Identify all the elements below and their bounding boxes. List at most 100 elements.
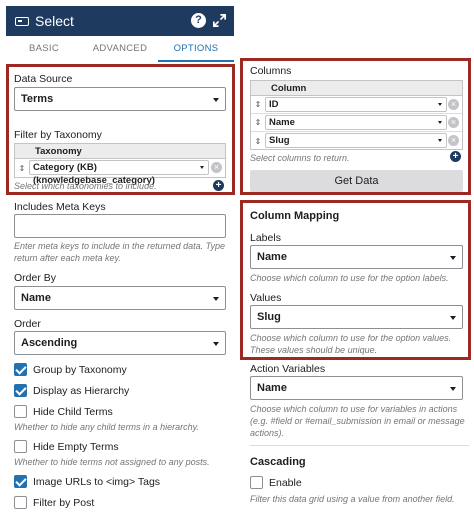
chevron-down-icon xyxy=(438,139,442,142)
order-value: Ascending xyxy=(21,337,78,349)
chevron-down-icon xyxy=(438,121,442,124)
checkbox-checked[interactable] xyxy=(14,384,27,397)
cascading-title: Cascading xyxy=(250,456,306,468)
order-label: Order xyxy=(14,318,41,330)
checkbox-checked[interactable] xyxy=(14,363,27,376)
tab-bar: BASIC ADVANCED OPTIONS xyxy=(6,40,234,62)
order-by-label: Order By xyxy=(14,272,57,284)
column-mapping-title: Column Mapping xyxy=(250,210,340,222)
columns-table: Column ⇕ ID × ⇕ Name × ⇕ Slug × xyxy=(250,80,463,150)
tab-basic[interactable]: BASIC xyxy=(6,40,82,62)
chevron-down-icon xyxy=(450,256,456,260)
taxonomy-column-header: Taxonomy xyxy=(15,144,225,159)
add-column-button[interactable]: + xyxy=(450,151,461,162)
labels-value: Name xyxy=(257,251,287,263)
column-value: Name xyxy=(269,117,295,128)
data-source-select[interactable]: Terms xyxy=(14,87,226,111)
taxonomy-label: Filter by Taxonomy xyxy=(14,129,102,141)
checkbox-checked[interactable] xyxy=(14,475,27,488)
column-select-name[interactable]: Name xyxy=(265,115,447,130)
question-icon[interactable]: ? xyxy=(191,13,206,28)
hide-empty-terms-label: Hide Empty Terms xyxy=(33,440,119,453)
hide-child-terms-label: Hide Child Terms xyxy=(33,405,113,418)
display-hierarchy-label: Display as Hierarchy xyxy=(33,384,130,397)
section-divider xyxy=(250,445,469,446)
column-value: ID xyxy=(269,99,279,110)
chevron-down-icon xyxy=(200,166,204,169)
action-variables-label: Action Variables xyxy=(250,363,326,375)
action-variables-hint-2: (e.g. #field or #email_submission in ema… xyxy=(250,416,465,426)
drag-handle-icon[interactable]: ⇕ xyxy=(251,118,265,127)
data-source-value: Terms xyxy=(21,93,54,105)
column-value: Slug xyxy=(269,135,290,146)
cascading-enable-label: Enable xyxy=(269,476,302,489)
hide-child-terms-hint: Whether to hide any child terms in a hie… xyxy=(14,422,199,432)
drag-handle-icon[interactable]: ⇕ xyxy=(251,100,265,109)
column-select-slug[interactable]: Slug xyxy=(265,133,447,148)
drag-handle-icon[interactable]: ⇕ xyxy=(251,137,265,146)
action-variables-hint-3: actions). xyxy=(250,428,285,438)
values-select[interactable]: Slug xyxy=(250,305,463,329)
filter-by-post-checkbox[interactable]: Filter by Post xyxy=(14,496,94,509)
group-by-taxonomy-checkbox[interactable]: Group by Taxonomy xyxy=(14,363,127,376)
hide-empty-terms-hint: Whether to hide terms not assigned to an… xyxy=(14,457,210,467)
order-by-value: Name xyxy=(21,292,51,304)
action-variables-select[interactable]: Name xyxy=(250,376,463,400)
hide-child-terms-checkbox[interactable]: Hide Child Terms xyxy=(14,405,113,418)
tab-advanced[interactable]: ADVANCED xyxy=(82,40,158,62)
meta-keys-hint-2: return after each meta key. xyxy=(14,253,121,263)
filter-by-post-label: Filter by Post xyxy=(33,496,95,509)
display-hierarchy-checkbox[interactable]: Display as Hierarchy xyxy=(14,384,129,397)
chevron-down-icon xyxy=(213,342,219,346)
drag-handle-icon[interactable]: ⇕ xyxy=(15,164,29,173)
action-variables-value: Name xyxy=(257,382,287,394)
data-source-label: Data Source xyxy=(14,73,73,85)
checkbox-unchecked[interactable] xyxy=(250,476,263,489)
meta-keys-hint-1: Enter meta keys to include in the return… xyxy=(14,241,225,251)
chevron-down-icon xyxy=(438,103,442,106)
chevron-down-icon xyxy=(450,387,456,391)
cascading-hint: Filter this data grid using a value from… xyxy=(250,494,455,504)
values-hint-2: These values should be unique. xyxy=(250,345,378,355)
values-hint-1: Choose which column to use for the optio… xyxy=(250,333,452,343)
chevron-down-icon xyxy=(213,98,219,102)
panel-header: Select ? xyxy=(6,6,234,36)
column-select-id[interactable]: ID xyxy=(265,97,447,112)
taxonomy-hint: Select which taxonomies to include. xyxy=(14,181,157,191)
chevron-down-icon xyxy=(213,297,219,301)
image-urls-checkbox[interactable]: Image URLs to <img> Tags xyxy=(14,475,160,488)
checkbox-unchecked[interactable] xyxy=(14,496,27,509)
values-value: Slug xyxy=(257,311,281,323)
order-select[interactable]: Ascending xyxy=(14,331,226,355)
image-urls-label: Image URLs to <img> Tags xyxy=(33,475,161,488)
checkbox-unchecked[interactable] xyxy=(14,440,27,453)
panel-title: Select xyxy=(35,13,74,29)
table-row: ⇕ Slug × xyxy=(251,132,462,150)
table-row: ⇕ Category (KB) (knowledgebase_category)… xyxy=(15,159,225,186)
chevron-down-icon xyxy=(450,316,456,320)
expand-icon[interactable] xyxy=(212,13,227,28)
table-row: ⇕ Name × xyxy=(251,114,462,132)
values-label: Values xyxy=(250,292,282,304)
hide-empty-terms-checkbox[interactable]: Hide Empty Terms xyxy=(14,440,119,453)
remove-icon[interactable]: × xyxy=(211,162,222,173)
remove-icon[interactable]: × xyxy=(448,99,459,110)
add-taxonomy-button[interactable]: + xyxy=(213,180,224,191)
cascading-enable-checkbox[interactable]: Enable xyxy=(250,476,302,489)
labels-hint: Choose which column to use for the optio… xyxy=(250,273,449,283)
group-by-taxonomy-label: Group by Taxonomy xyxy=(33,363,127,376)
remove-icon[interactable]: × xyxy=(448,135,459,146)
table-row: ⇕ ID × xyxy=(251,96,462,114)
checkbox-unchecked[interactable] xyxy=(14,405,27,418)
labels-label: Labels xyxy=(250,232,281,244)
labels-select[interactable]: Name xyxy=(250,245,463,269)
tab-options[interactable]: OPTIONS xyxy=(158,40,234,62)
remove-icon[interactable]: × xyxy=(448,117,459,128)
order-by-select[interactable]: Name xyxy=(14,286,226,310)
columns-label: Columns xyxy=(250,65,292,77)
meta-keys-input[interactable] xyxy=(14,214,226,238)
taxonomy-select[interactable]: Category (KB) (knowledgebase_category) xyxy=(29,160,209,186)
action-variables-hint-1: Choose which column to use for variables… xyxy=(250,404,458,414)
meta-keys-label: Includes Meta Keys xyxy=(14,201,106,213)
get-data-button[interactable]: Get Data xyxy=(250,170,463,192)
